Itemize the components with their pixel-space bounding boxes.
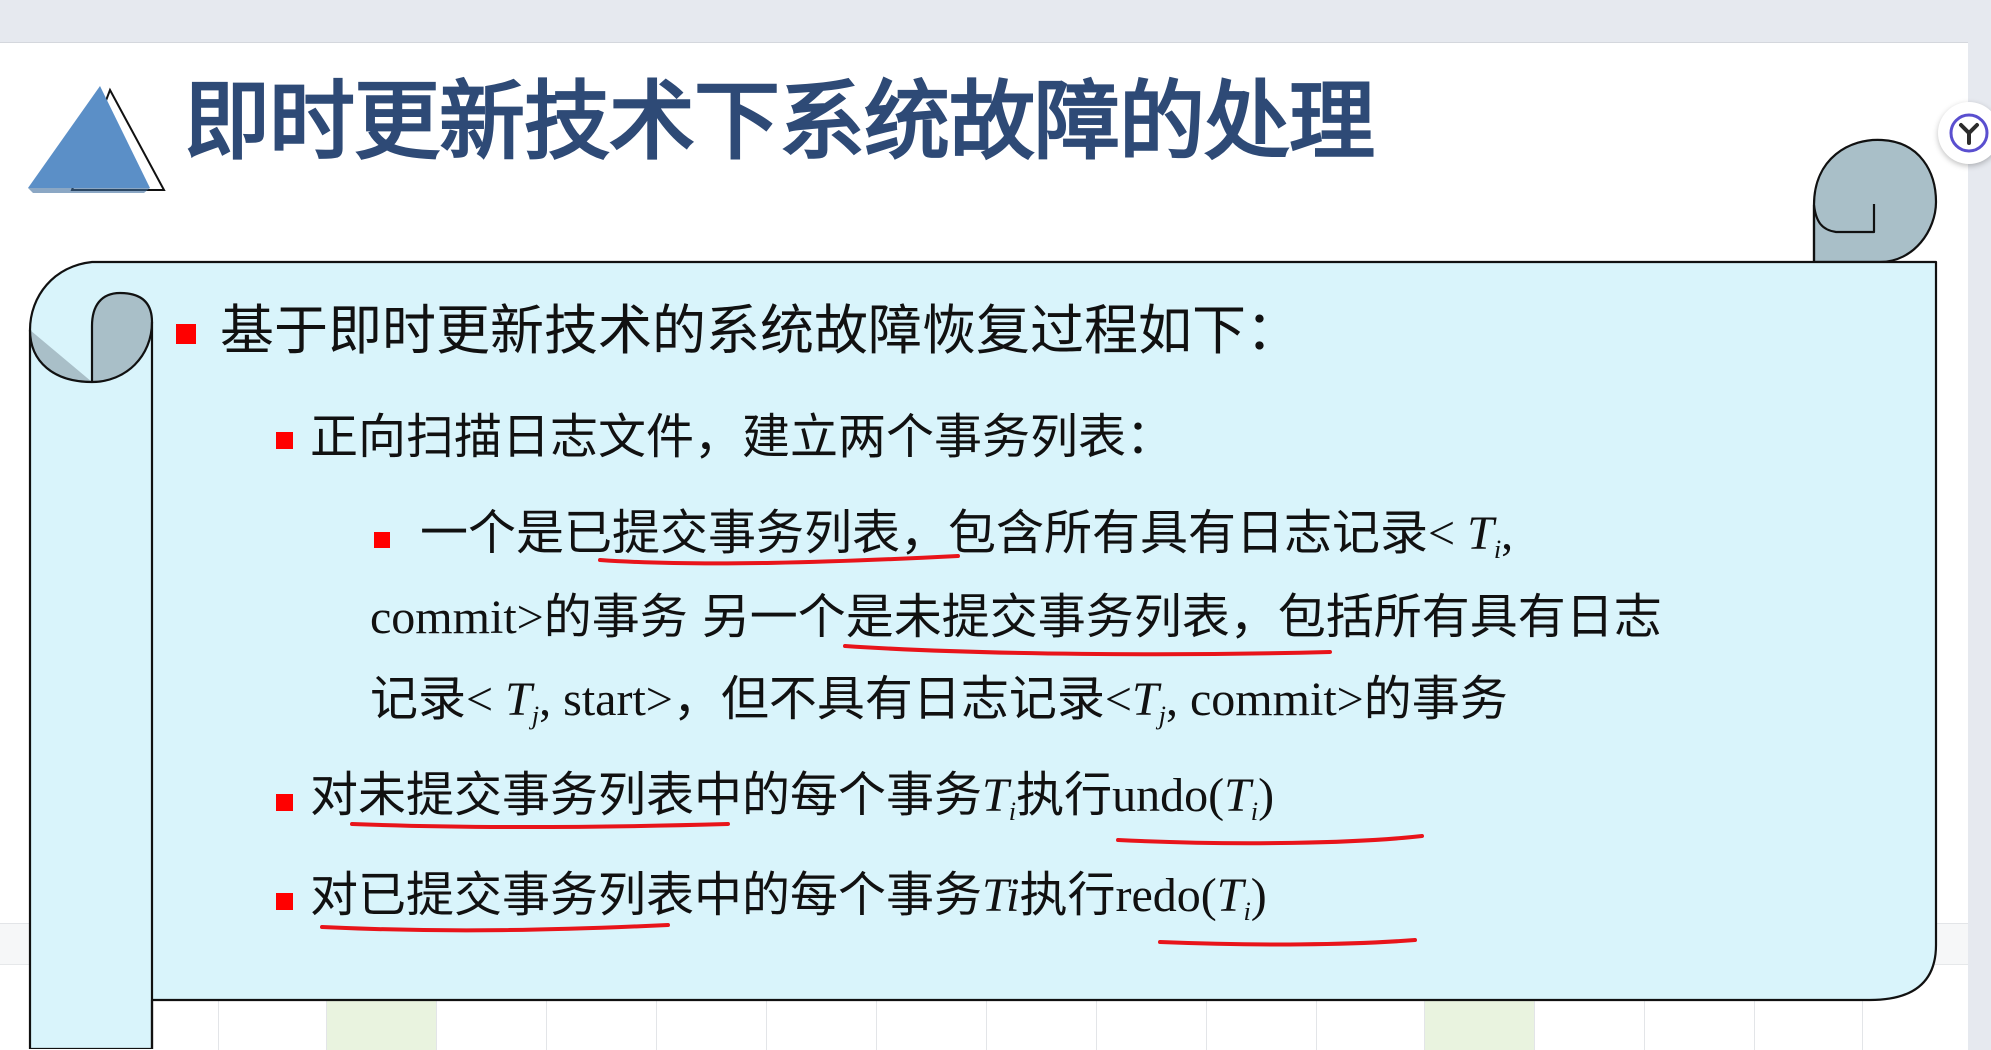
bullet-square	[276, 432, 293, 449]
bullet-square	[276, 893, 293, 910]
uncommitted-list-term: 未提交事务列表	[893, 589, 1230, 645]
extension-glyph-icon	[1949, 113, 1989, 153]
bullet-square	[374, 532, 390, 548]
bullet-square	[276, 794, 293, 811]
extension-icon[interactable]	[1938, 102, 1991, 164]
committed-list-definition-line2: commit>的事务 另一个是未提交事务列表，包括所有具有日志	[370, 589, 1662, 645]
redo-instruction: 对已提交事务列表中的每个事务Ti执行redo(Ti)	[310, 867, 1267, 927]
bullet-level2-scan-text: 正向扫描日志文件，建立两个事务列表：	[310, 409, 1175, 465]
bullet-level1-text: 基于即时更新技术的系统故障恢复过程如下：	[220, 299, 1300, 362]
committed-list-definition-line1: 一个是已提交事务列表，包含所有具有日志记录< Ti,	[420, 505, 1514, 565]
bullet-square	[176, 324, 196, 344]
uncommitted-list-definition-line3: 记录< Tj, start>，但不具有日志记录<Tj, commit>的事务	[370, 671, 1508, 731]
committed-list-term: 已提交事务列表	[564, 505, 901, 561]
undo-instruction: 对未提交事务列表中的每个事务Ti执行undo(Ti)	[310, 767, 1275, 827]
